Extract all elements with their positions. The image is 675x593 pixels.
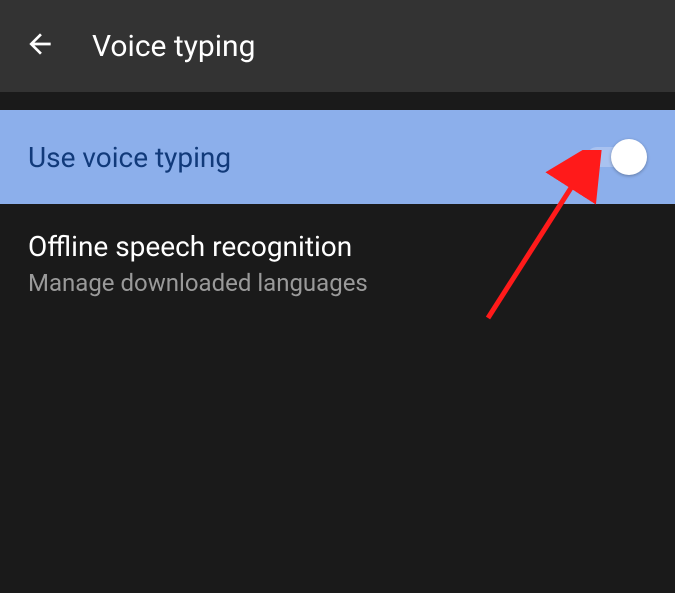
back-button[interactable] bbox=[16, 22, 64, 70]
offline-speech-subtitle: Manage downloaded languages bbox=[28, 269, 647, 297]
app-header: Voice typing bbox=[0, 0, 675, 92]
offline-speech-row[interactable]: Offline speech recognition Manage downlo… bbox=[0, 204, 675, 323]
arrow-left-icon bbox=[24, 28, 56, 64]
voice-typing-label: Use voice typing bbox=[28, 141, 231, 174]
voice-typing-toggle[interactable] bbox=[587, 139, 647, 175]
divider bbox=[0, 92, 675, 110]
offline-speech-title: Offline speech recognition bbox=[28, 230, 647, 263]
voice-typing-row[interactable]: Use voice typing bbox=[0, 110, 675, 204]
page-title: Voice typing bbox=[92, 29, 255, 64]
toggle-thumb bbox=[611, 139, 647, 175]
